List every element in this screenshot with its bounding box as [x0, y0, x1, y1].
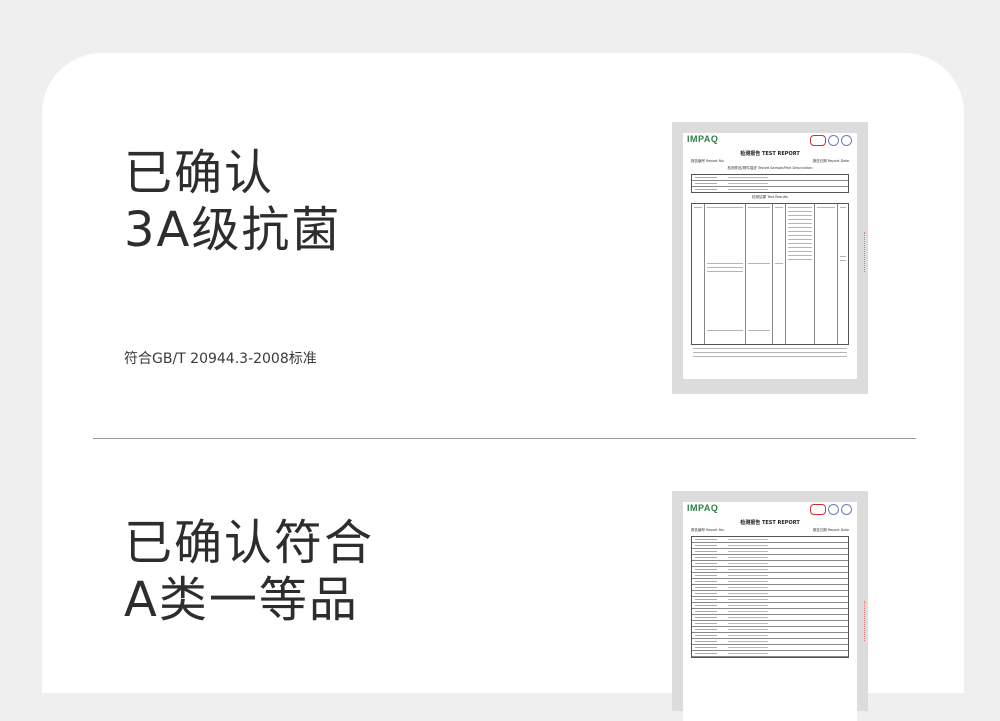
report-number: 报告编号 Report No.	[691, 528, 725, 532]
grade-headline: 已确认符合 A类一等品	[124, 515, 374, 629]
stamp-edge	[861, 601, 865, 641]
results-table	[691, 203, 849, 345]
stamp-edge	[861, 232, 865, 272]
content-card: 已确认 3A级抗菌 符合GB/T 20944.3-2008标准 IMPAQ 检测…	[42, 53, 964, 721]
impaq-logo: IMPAQ	[687, 503, 719, 513]
ilac-mark-icon	[828, 135, 839, 146]
headline-line-1: 已确认	[124, 145, 275, 201]
cma-mark-icon	[810, 135, 826, 146]
cnas-mark-icon	[841, 504, 852, 515]
report-paper: IMPAQ 检测报告 TEST REPORT 报告编号 Report No. 报…	[683, 133, 857, 379]
grade-section: 已确认符合 A类一等品 IMPAQ 检测报告 TEST REPORT 报告编号 …	[42, 439, 964, 721]
report-number: 报告编号 Report No.	[691, 159, 725, 163]
antibacterial-section: 已确认 3A级抗菌 符合GB/T 20944.3-2008标准 IMPAQ 检测…	[42, 53, 964, 438]
impaq-logo: IMPAQ	[687, 134, 719, 144]
report-title: 检测报告 TEST REPORT	[740, 151, 800, 157]
antibacterial-headline: 已确认 3A级抗菌	[124, 145, 341, 259]
report-date: 报告日期 Report Date	[812, 528, 849, 532]
test-report-image: IMPAQ 检测报告 TEST REPORT 报告编号 Report No. 报…	[672, 491, 868, 721]
sample-table	[691, 174, 849, 193]
headline-line-1: 已确认符合	[124, 515, 375, 571]
report-date: 报告日期 Report Date	[812, 159, 849, 163]
report-footnotes	[691, 348, 849, 357]
report-title: 检测报告 TEST REPORT	[740, 520, 800, 526]
headline-line-2: A类一等品	[124, 572, 359, 628]
cma-mark-icon	[810, 504, 826, 515]
ilac-mark-icon	[828, 504, 839, 515]
report-paper: IMPAQ 检测报告 TEST REPORT 报告编号 Report No. 报…	[683, 502, 857, 721]
results-heading: 检测结果 Test Results	[752, 195, 788, 199]
headline-line-2: 3A级抗菌	[124, 202, 342, 258]
test-report-image: IMPAQ 检测报告 TEST REPORT 报告编号 Report No. 报…	[672, 122, 868, 394]
cnas-mark-icon	[841, 135, 852, 146]
certification-marks	[810, 135, 852, 146]
sample-info-table	[691, 536, 849, 658]
standard-note: 符合GB/T 20944.3-2008标准	[124, 351, 317, 367]
certification-marks	[810, 504, 852, 515]
report-subtitle: 检测样品/物件描述 Tested Sample/Part Description	[727, 166, 813, 170]
